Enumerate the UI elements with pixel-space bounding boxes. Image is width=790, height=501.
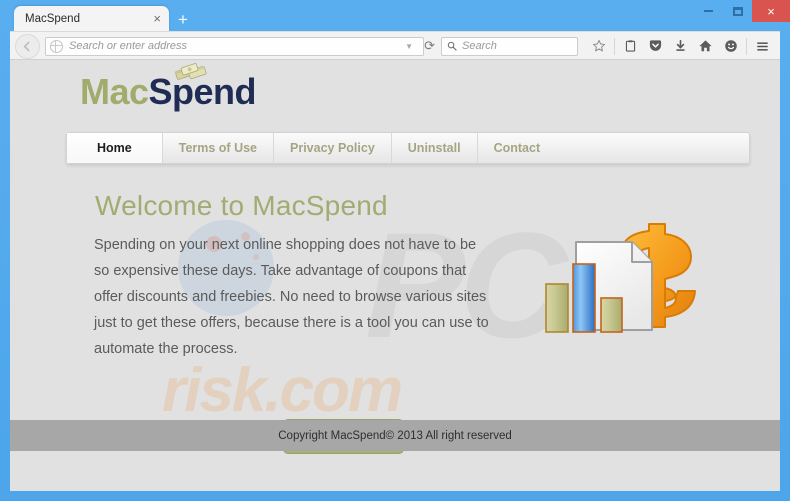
page-title: Welcome to MacSpend: [95, 190, 388, 221]
browser-toolbar: Search or enter address ▼ ⟳ Search: [10, 31, 780, 60]
logo-text-mac: Mac: [80, 71, 149, 112]
copyright-text: Copyright MacSpend© 2013 All right reser…: [278, 429, 512, 442]
tab-title: MacSpend: [25, 12, 80, 25]
menu-hamburger-icon[interactable]: [750, 40, 775, 53]
search-input[interactable]: Search: [462, 40, 497, 52]
maximize-button[interactable]: [723, 1, 752, 22]
nav-item-contact[interactable]: Contact: [478, 133, 557, 163]
nav-item-uninstall[interactable]: Uninstall: [392, 133, 478, 163]
site-footer: Copyright MacSpend© 2013 All right reser…: [10, 420, 780, 451]
reader-view-icon[interactable]: [618, 39, 643, 53]
toolbar-divider: [746, 37, 747, 55]
site-navigation: Home Terms of Use Privacy Policy Uninsta…: [66, 132, 750, 164]
site-content: MacSpend Home Terms of Use Privacy Polic…: [10, 60, 780, 491]
money-bundle-icon: [175, 63, 207, 80]
minimize-button[interactable]: [694, 1, 723, 22]
browser-tab-macspend[interactable]: MacSpend ×: [14, 6, 169, 31]
chevron-down-icon[interactable]: ▼: [405, 42, 413, 51]
bookmark-star-icon[interactable]: [586, 39, 611, 53]
search-icon: [447, 41, 457, 51]
nav-item-home[interactable]: Home: [67, 133, 163, 163]
address-bar[interactable]: Search or enter address ▼: [45, 36, 425, 56]
browser-window: MacSpend × + × Search or enter address ▼…: [0, 0, 790, 501]
back-arrow-icon[interactable]: [15, 33, 40, 59]
chart-document-dollar-illustration: [545, 223, 696, 333]
toolbar-divider: [614, 37, 615, 55]
globe-icon: [50, 39, 63, 53]
address-input[interactable]: Search or enter address: [69, 40, 399, 52]
new-tab-button[interactable]: +: [178, 11, 188, 28]
nav-item-terms-of-use[interactable]: Terms of Use: [163, 133, 274, 163]
search-bar[interactable]: Search: [441, 36, 578, 56]
pocket-icon[interactable]: [643, 39, 668, 53]
downloads-icon[interactable]: [668, 39, 693, 53]
smiley-feedback-icon[interactable]: [718, 39, 743, 53]
toolbar-icons: [586, 37, 775, 55]
close-window-button[interactable]: ×: [752, 0, 790, 22]
page-viewport: PC risk.com MacSpend Home Terms of Use P…: [10, 60, 780, 491]
body-paragraph: Spending on your next online shopping do…: [94, 237, 489, 357]
reload-icon[interactable]: ⟳: [424, 38, 435, 54]
home-icon[interactable]: [693, 39, 718, 53]
window-controls: ×: [694, 0, 790, 22]
nav-item-privacy-policy[interactable]: Privacy Policy: [274, 133, 392, 163]
tab-close-icon[interactable]: ×: [151, 12, 163, 25]
site-logo[interactable]: MacSpend: [80, 63, 257, 112]
browser-titlebar: MacSpend × + ×: [0, 0, 790, 31]
tab-strip: MacSpend × +: [14, 6, 188, 31]
